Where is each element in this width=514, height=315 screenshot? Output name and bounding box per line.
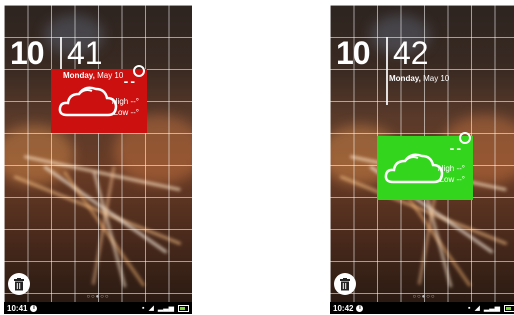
signal-icon: ▂▃▅ (483, 305, 500, 312)
clock-divider (386, 37, 388, 105)
info-icon: i (30, 304, 38, 312)
status-bar: 10:42 i ▪ ◢ ▂▃▅ (330, 302, 514, 314)
info-icon: i (356, 304, 364, 312)
page-indicator: ○○●○○ (86, 294, 110, 300)
battery-icon (178, 304, 189, 312)
wifi-icon: ◢ (474, 305, 480, 312)
signal-icon: ▂▃▅ (157, 305, 174, 312)
clock-minute: 41 (67, 35, 103, 71)
status-time: 10:41 (7, 303, 28, 313)
date-label: Monday, May 10 (63, 71, 124, 80)
clock-hour: 10 (10, 35, 45, 71)
date-label: Monday, May 10 (389, 74, 450, 83)
clock-minute: 42 (393, 35, 429, 71)
clock-hour: 10 (336, 35, 371, 71)
status-time: 10:42 (333, 303, 354, 313)
trash-button[interactable] (8, 273, 30, 295)
battery-icon (504, 304, 514, 312)
status-bar: 10:41 i ▪ ◢ ▂▃▅ (4, 302, 192, 314)
resize-handle[interactable] (459, 132, 471, 144)
notification-icon: ▪ (141, 304, 145, 312)
trash-icon (14, 277, 24, 290)
weather-widget[interactable]: -- High --° Low --° (377, 132, 473, 200)
low-temp: Low --° (113, 108, 139, 117)
page-indicator: ○○●○○ (412, 294, 436, 300)
weather-widget[interactable]: Monday, May 10 -- High --° Low --° (51, 65, 147, 133)
phone-screen-left: 10 41 Monday, May 10 -- High --° Low --°… (4, 5, 192, 314)
low-temp: Low --° (439, 175, 465, 184)
high-temp: High --° (111, 97, 139, 106)
high-temp: High --° (437, 164, 465, 173)
trash-button[interactable] (334, 273, 356, 295)
trash-icon (340, 277, 350, 290)
notification-icon: ▪ (467, 304, 471, 312)
phone-screen-right: 10 42 Monday, May 10 -- High --° Low --°… (330, 5, 514, 314)
resize-handle[interactable] (133, 65, 145, 77)
wifi-icon: ◢ (148, 305, 154, 312)
